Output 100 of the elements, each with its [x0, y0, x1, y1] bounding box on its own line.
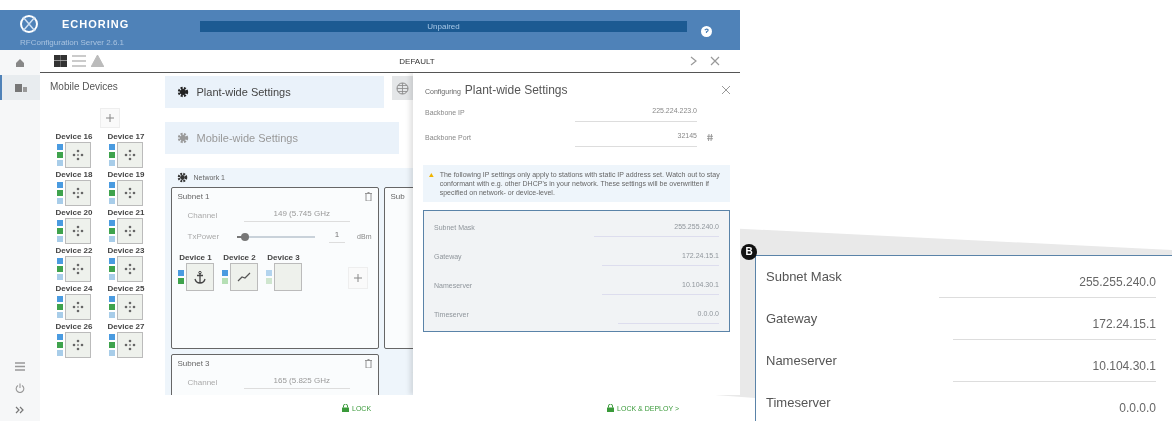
device-name: Device 1: [179, 253, 212, 262]
device-name: Device 3: [267, 253, 300, 262]
status-badges: [109, 332, 115, 358]
gear-icon: [176, 86, 189, 98]
subnet-name: Subnet 3: [177, 359, 210, 368]
close-icon[interactable]: [710, 56, 720, 66]
device-tile[interactable]: [117, 218, 143, 244]
power-field[interactable]: 1: [328, 230, 346, 243]
device-tile[interactable]: [117, 332, 143, 358]
next-icon[interactable]: [690, 56, 698, 66]
channel-field[interactable]: 165 (5.825 GHz: [243, 376, 350, 389]
device-tile[interactable]: [65, 180, 91, 206]
status-badges: [109, 218, 115, 244]
dots-icon: [72, 225, 84, 237]
device-tile[interactable]: [117, 142, 143, 168]
device-tile[interactable]: [185, 263, 214, 291]
plus-icon[interactable]: [106, 114, 114, 122]
device-tile[interactable]: [117, 256, 143, 282]
dots-icon: [124, 149, 136, 161]
double-chevron-icon[interactable]: [15, 406, 25, 414]
status-badges: [57, 142, 63, 168]
field-label: Timeserver: [766, 395, 831, 412]
device-tile[interactable]: [65, 256, 91, 282]
device-name: Device 21: [107, 208, 145, 217]
gear-icon[interactable]: [176, 172, 188, 183]
device-name: Device 18: [55, 170, 93, 179]
delete-icon[interactable]: [364, 192, 372, 201]
subnet-name: Subnet 1: [177, 192, 210, 201]
settings-card[interactable]: Mobile-wide Settings: [164, 122, 399, 154]
status-badges: [57, 256, 63, 282]
device-name: Device 23: [107, 246, 145, 255]
device-tile[interactable]: [117, 294, 143, 320]
device-name: Device 16: [55, 132, 93, 141]
panel-title: Plant-wide Settings: [464, 83, 569, 97]
field-label: Channel: [187, 211, 219, 220]
status-badges: [57, 180, 63, 206]
home-icon[interactable]: [15, 57, 25, 68]
dots-icon: [72, 187, 84, 199]
field-label: Gateway: [766, 311, 818, 328]
globe-button[interactable]: [392, 76, 413, 100]
status-badges: [109, 180, 115, 206]
power-slider[interactable]: [237, 235, 315, 238]
field-label: TxPower: [187, 232, 221, 241]
input-field: 10.104.30.1: [952, 359, 1156, 382]
dots-icon: [72, 301, 84, 313]
close-icon[interactable]: [722, 86, 730, 94]
device-tile[interactable]: [117, 180, 143, 206]
device-name: Device 22: [55, 246, 93, 255]
app-version: RFConfiguration Server 2.6.1: [20, 38, 125, 47]
device-tile[interactable]: [65, 294, 91, 320]
dots-icon: [124, 225, 136, 237]
channel-field[interactable]: 149 (5.745 GHz: [243, 209, 350, 222]
device-name: Device 19: [107, 170, 145, 179]
device-tile[interactable]: [65, 218, 91, 244]
status-badges: [109, 142, 115, 168]
gear-icon: [176, 132, 189, 144]
device-name: Device 27: [107, 322, 145, 331]
brand-name: ECHORING: [62, 18, 130, 30]
column-title: Mobile Devices: [50, 81, 119, 92]
devices-button[interactable]: [0, 75, 40, 100]
warning-icon: [429, 170, 434, 180]
warning-button[interactable]: [91, 55, 104, 67]
logo-icon: [18, 13, 40, 35]
device-name: Device 25: [107, 284, 145, 293]
anchor-icon: [193, 270, 206, 284]
device-name: Device 26: [55, 322, 93, 331]
field-label: Channel: [187, 378, 219, 387]
lock-icon[interactable]: [607, 404, 615, 412]
lock-icon[interactable]: [342, 404, 349, 412]
input-field: 0.0.0.0: [979, 401, 1156, 421]
settings-card[interactable]: Plant-wide Settings: [164, 76, 385, 108]
device-tile[interactable]: [65, 142, 91, 168]
device-tile[interactable]: [229, 263, 258, 291]
menu-icon[interactable]: [15, 361, 25, 371]
device-name: Device 17: [107, 132, 145, 141]
delete-icon[interactable]: [364, 359, 372, 368]
device-name: Device 20: [55, 208, 93, 217]
hash-icon: [707, 134, 713, 141]
dots-icon: [72, 263, 84, 275]
status-badges: [109, 256, 115, 282]
grid-view-button[interactable]: [54, 55, 67, 67]
field-label: Subnet Mask: [766, 269, 842, 286]
device-name: Device 24: [55, 284, 93, 293]
globe-icon[interactable]: [396, 81, 410, 95]
power-icon[interactable]: [15, 383, 25, 393]
plus-icon[interactable]: [353, 274, 362, 282]
status-bar: Unpaired: [200, 21, 687, 32]
dots-icon: [124, 187, 136, 199]
help-icon[interactable]: [701, 26, 712, 37]
status-badges: [57, 294, 63, 320]
trend-icon: [236, 272, 251, 282]
subnet-name: Sub: [390, 192, 405, 201]
device-tile[interactable]: [273, 263, 302, 291]
devices-icon[interactable]: [15, 82, 27, 93]
device-tile[interactable]: [65, 332, 91, 358]
dots-icon: [72, 149, 84, 161]
field-label: Nameserver: [766, 353, 837, 370]
status-badges: [57, 218, 63, 244]
input-field: 255.255.240.0: [939, 275, 1156, 298]
dots-icon: [124, 339, 136, 351]
